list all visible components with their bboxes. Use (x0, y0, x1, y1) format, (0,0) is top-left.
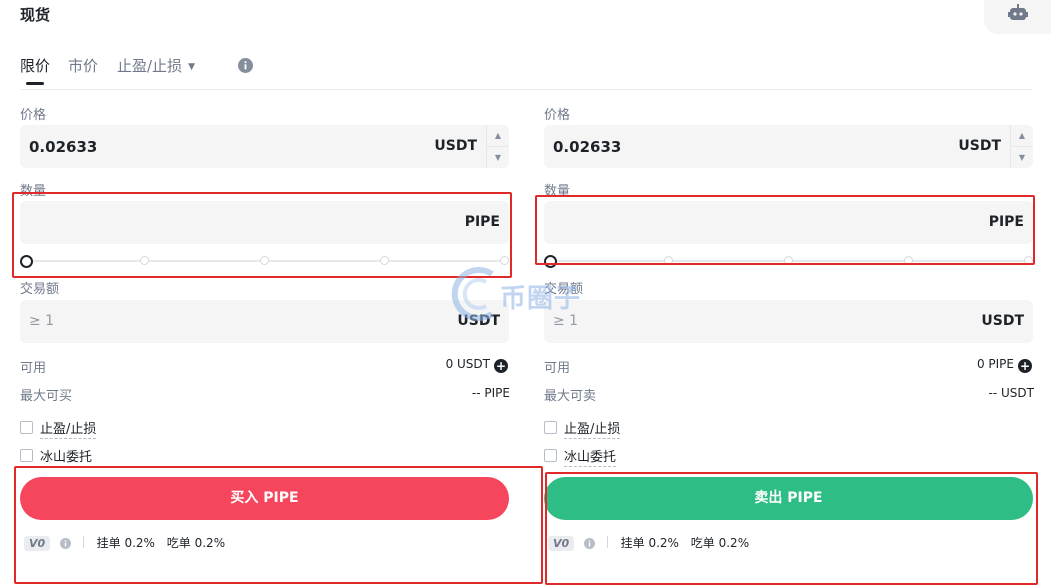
slider-mark-75[interactable] (380, 256, 389, 265)
checkbox-icon (544, 421, 557, 434)
slider-mark-25[interactable] (140, 256, 149, 265)
buy-button[interactable]: 买入 PIPE (20, 477, 509, 520)
sell-available-value: 0 PIPE (976, 357, 1014, 371)
decrement-button[interactable]: ▼ (487, 147, 509, 168)
divider (606, 536, 608, 548)
sell-tpsl-checkbox[interactable]: 止盈/止损 (544, 418, 621, 439)
decrement-button[interactable]: ▼ (1011, 147, 1033, 168)
buy-price-unit: USDT (434, 138, 477, 154)
buy-total-label: 交易额 (20, 282, 60, 297)
checkbox-icon (20, 449, 33, 462)
buy-available-label: 可用 (20, 361, 47, 376)
buy-price-label: 价格 (20, 108, 47, 123)
buy-price-input[interactable]: 0.02633 USDT ▲ ▼ (20, 125, 509, 168)
sell-price-value: 0.02633 (553, 138, 622, 156)
info-icon[interactable] (60, 538, 71, 552)
vip-badge[interactable]: V0 (548, 536, 575, 551)
plus-circle-icon[interactable]: + (494, 359, 508, 373)
buy-iceberg-checkbox[interactable]: 冰山委托 (20, 446, 93, 467)
checkbox-icon (20, 421, 33, 434)
buy-amount-input[interactable]: PIPE (20, 201, 509, 244)
sell-available-row: 0 PIPE + (977, 357, 1032, 373)
buy-amount-label: 数量 (20, 184, 47, 199)
buy-available-row: 0 USDT + (446, 357, 508, 373)
buy-max-label: 最大可买 (20, 389, 73, 404)
sell-total-placeholder: ≥ 1 (553, 313, 579, 329)
buy-amount-slider[interactable] (20, 254, 509, 268)
sell-total-unit: USDT (981, 313, 1024, 329)
checkbox-icon (544, 449, 557, 462)
sell-panel: 价格 0.02633 USDT ▲ ▼ 数量 PIPE 交易额 ≥ 1 USDT… (544, 0, 1034, 587)
sell-price-input[interactable]: 0.02633 USDT ▲ ▼ (544, 125, 1033, 168)
buy-tpsl-checkbox[interactable]: 止盈/止损 (20, 418, 97, 439)
slider-mark-100[interactable] (500, 256, 509, 265)
sell-iceberg-checkbox[interactable]: 冰山委托 (544, 446, 617, 467)
slider-handle[interactable] (20, 255, 33, 268)
sell-available-label: 可用 (544, 361, 571, 376)
sell-max-value: -- USDT (988, 386, 1034, 400)
sell-max-label: 最大可卖 (544, 389, 597, 404)
slider-mark-50[interactable] (260, 256, 269, 265)
slider-mark-25[interactable] (664, 256, 673, 265)
buy-fee-row: V0 挂单 0.2% 吃单 0.2% (24, 534, 233, 552)
slider-handle[interactable] (544, 255, 557, 268)
sell-tpsl-label: 止盈/止损 (564, 422, 621, 439)
sell-total-label: 交易额 (544, 282, 584, 297)
sell-price-unit: USDT (958, 138, 1001, 154)
buy-max-value: -- PIPE (471, 386, 510, 400)
buy-tpsl-label: 止盈/止损 (40, 422, 97, 439)
sell-fee-row: V0 挂单 0.2% 吃单 0.2% (548, 534, 757, 552)
maker-fee: 挂单 0.2% (620, 536, 679, 550)
sell-price-label: 价格 (544, 108, 571, 123)
sell-amount-slider[interactable] (544, 254, 1033, 268)
sell-button[interactable]: 卖出 PIPE (544, 477, 1033, 520)
buy-price-value: 0.02633 (29, 138, 98, 156)
taker-fee: 吃单 0.2% (690, 536, 750, 550)
buy-total-unit: USDT (457, 313, 500, 329)
maker-fee: 挂单 0.2% (96, 536, 155, 550)
buy-iceberg-label: 冰山委托 (40, 450, 93, 467)
vip-badge[interactable]: V0 (24, 536, 51, 551)
buy-total-placeholder: ≥ 1 (29, 313, 55, 329)
sell-amount-input[interactable]: PIPE (544, 201, 1033, 244)
taker-fee: 吃单 0.2% (166, 536, 226, 550)
slider-mark-100[interactable] (1024, 256, 1033, 265)
plus-circle-icon[interactable]: + (1018, 359, 1032, 373)
sell-amount-unit: PIPE (988, 214, 1024, 230)
sell-price-stepper: ▲ ▼ (1010, 125, 1033, 168)
buy-price-stepper: ▲ ▼ (486, 125, 509, 168)
increment-button[interactable]: ▲ (1011, 125, 1033, 147)
slider-mark-50[interactable] (784, 256, 793, 265)
info-icon[interactable] (584, 538, 595, 552)
buy-total-input[interactable]: ≥ 1 USDT (20, 300, 509, 343)
buy-amount-unit: PIPE (464, 214, 500, 230)
slider-mark-75[interactable] (904, 256, 913, 265)
sell-amount-label: 数量 (544, 184, 571, 199)
buy-panel: 价格 0.02633 USDT ▲ ▼ 数量 PIPE 交易额 ≥ 1 USDT… (20, 0, 510, 587)
sell-iceberg-label: 冰山委托 (564, 450, 617, 467)
sell-total-input[interactable]: ≥ 1 USDT (544, 300, 1033, 343)
divider (82, 536, 84, 548)
buy-available-value: 0 USDT (445, 357, 490, 371)
increment-button[interactable]: ▲ (487, 125, 509, 147)
